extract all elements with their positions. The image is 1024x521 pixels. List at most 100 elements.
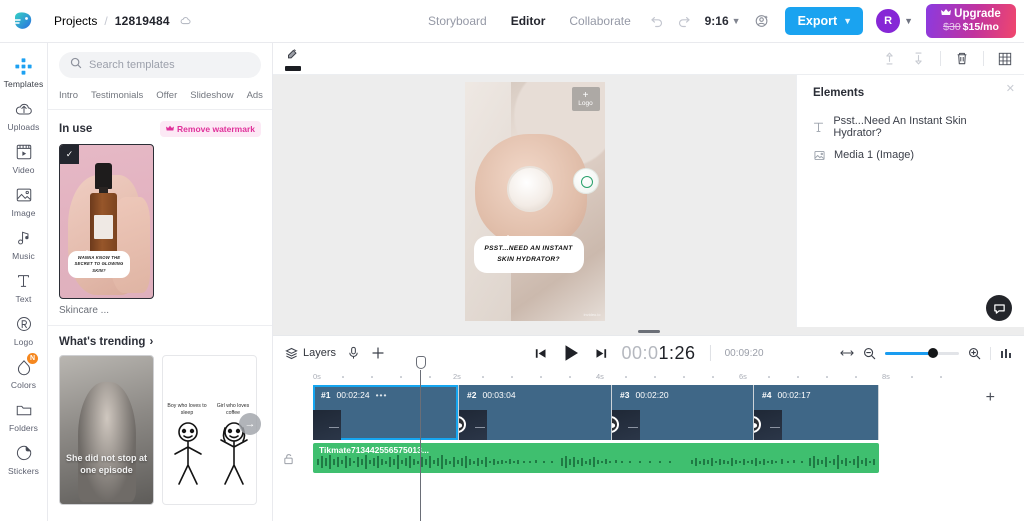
search-input[interactable] (89, 59, 250, 71)
undo-icon[interactable] (649, 14, 664, 29)
timeline-resize-handle[interactable] (637, 329, 660, 333)
sidebar-item-logo[interactable]: Logo (0, 308, 47, 351)
video-icon (15, 141, 33, 163)
breadcrumb-projects[interactable]: Projects (54, 14, 97, 28)
send-backward-icon[interactable] (911, 51, 926, 66)
skip-previous-icon[interactable] (533, 347, 546, 360)
table-row[interactable]: #4 00:02:17 (754, 385, 879, 440)
clip-header: #4 00:02:17 (754, 385, 878, 400)
sidebar-item-colors[interactable]: N Colors (0, 351, 47, 394)
timeline-tracks: #1 00:02:24 ••• #2 00:03:04 #3 00:02:20 … (273, 356, 1024, 521)
nav-storyboard[interactable]: Storyboard (428, 14, 487, 28)
zoom-slider[interactable] (885, 348, 959, 358)
template-thumbnail[interactable]: WANNA KNOW THE SECRET TO GLOWING SKIN? ✓ (59, 144, 154, 299)
search-box[interactable] (59, 52, 261, 78)
timeline-playhead[interactable] (415, 356, 426, 521)
template-card[interactable]: WANNA KNOW THE SECRET TO GLOWING SKIN? ✓… (59, 144, 154, 316)
trending-card-1[interactable]: She did not stop at one episode (59, 355, 154, 505)
timeline-settings-icon[interactable] (1000, 347, 1012, 360)
nav-collaborate[interactable]: Collaborate (569, 14, 630, 28)
clip-thumbnail (754, 410, 782, 440)
zoom-out-icon[interactable] (863, 347, 876, 360)
timeline-zoom-controls (840, 346, 1012, 360)
trending-card-label-left: Boy who loves to sleep (167, 403, 207, 417)
category-tab-intro[interactable]: Intro (59, 90, 78, 101)
trash-icon[interactable] (955, 51, 969, 66)
add-clip-button[interactable]: + (986, 389, 995, 407)
zoom-in-icon[interactable] (968, 347, 981, 360)
sidebar-item-video[interactable]: Video (0, 136, 47, 179)
current-time: 00:01:26 (621, 343, 695, 364)
sidebar-item-templates[interactable]: Templates (0, 50, 47, 93)
clip-number: #3 (620, 390, 630, 400)
search-wrapper (48, 43, 272, 81)
breadcrumb: Projects / 12819484 (54, 14, 192, 28)
remove-watermark-button[interactable]: Remove watermark (160, 121, 261, 137)
audio-clip-name: Tikmate713442556575013... (319, 445, 429, 455)
music-note-icon (16, 227, 32, 249)
microphone-icon[interactable] (347, 346, 360, 360)
clip-number: #2 (467, 390, 477, 400)
templates-panel: Intro Testimonials Offer Slideshow Ads P… (48, 43, 273, 521)
template-bubble-text: WANNA KNOW THE SECRET TO GLOWING SKIN? (68, 249, 130, 278)
bring-forward-icon[interactable] (882, 51, 897, 66)
fit-width-icon[interactable] (840, 348, 854, 358)
category-tab-slideshow[interactable]: Slideshow (190, 90, 233, 101)
table-row[interactable]: #1 00:02:24 ••• (313, 385, 459, 440)
logo-placeholder[interactable]: + Logo (571, 86, 600, 111)
upgrade-button[interactable]: Upgrade $30 $15/mo (926, 4, 1016, 38)
timeline-ruler[interactable]: 0s 2s 4s 6s 8s (313, 370, 998, 385)
export-button[interactable]: Export ▼ (784, 7, 864, 35)
audio-clip[interactable]: Tikmate713442556575013... (313, 443, 879, 473)
user-menu[interactable]: R ▼ (876, 9, 913, 33)
cloud-saved-icon (180, 15, 192, 27)
chat-bubble-icon[interactable] (986, 295, 1012, 321)
category-tab-offer[interactable]: Offer (156, 90, 177, 101)
trending-header[interactable]: What's trending › (48, 326, 272, 355)
sidebar-item-folders[interactable]: Folders (0, 394, 47, 437)
crown-icon (941, 8, 952, 20)
sidebar-item-label: Logo (13, 337, 34, 347)
text-icon (813, 121, 824, 133)
aspect-ratio-selector[interactable]: 9:16 ▼ (705, 14, 741, 28)
grid-icon[interactable] (998, 52, 1012, 66)
logo-placeholder-label: Logo (578, 99, 593, 107)
table-row[interactable]: #2 00:03:04 (459, 385, 612, 440)
add-track-icon[interactable] (371, 346, 385, 360)
color-swatch-icon[interactable] (285, 46, 301, 71)
nav-editor[interactable]: Editor (511, 14, 546, 28)
skip-next-icon[interactable] (594, 347, 607, 360)
zoom-slider-knob[interactable] (927, 348, 938, 358)
layers-button[interactable]: Layers (285, 347, 336, 360)
close-icon[interactable]: ✕ (1006, 82, 1015, 95)
account-add-icon[interactable] (754, 13, 770, 29)
play-icon[interactable] (560, 343, 580, 363)
sidebar-item-image[interactable]: Image (0, 179, 47, 222)
in-use-header: In use Remove watermark (48, 110, 272, 144)
layers-label: Layers (303, 347, 337, 359)
unlock-icon[interactable] (283, 452, 294, 470)
sidebar-item-text[interactable]: Text (0, 265, 47, 308)
artboard-cream-jar-art (506, 165, 553, 212)
sidebar-item-label: Templates (3, 79, 44, 89)
more-options-icon[interactable]: ••• (376, 390, 388, 400)
artboard[interactable]: + Logo PSST...NEED AN INSTANT SKIN HYDRA… (464, 81, 605, 321)
sidebar-item-stickers[interactable]: Stickers (0, 437, 47, 480)
artboard-speech-bubble[interactable]: PSST...NEED AN INSTANT SKIN HYDRATOR? (473, 235, 584, 273)
category-tab-ads[interactable]: Ads (247, 90, 263, 101)
table-row[interactable]: #3 00:02:20 (612, 385, 754, 440)
top-nav: Storyboard Editor Collaborate (428, 14, 631, 28)
redo-icon[interactable] (677, 14, 692, 29)
category-tab-testimonials[interactable]: Testimonials (91, 90, 143, 101)
arrow-right-icon[interactable]: → (239, 413, 261, 435)
crown-icon (166, 124, 175, 134)
sidebar-item-uploads[interactable]: Uploads (0, 93, 47, 136)
element-item-text[interactable]: Psst...Need An Instant Skin Hydrator? (797, 110, 1024, 144)
brand-logo-icon[interactable] (10, 8, 36, 34)
playhead-handle[interactable] (415, 356, 426, 369)
breadcrumb-project-id[interactable]: 12819484 (115, 14, 170, 28)
canvas-stage[interactable]: + Logo PSST...NEED AN INSTANT SKIN HYDRA… (273, 75, 796, 327)
sidebar-item-music[interactable]: Music (0, 222, 47, 265)
trending-title: What's trending (59, 336, 146, 348)
element-item-media[interactable]: Media 1 (Image) (797, 144, 1024, 166)
